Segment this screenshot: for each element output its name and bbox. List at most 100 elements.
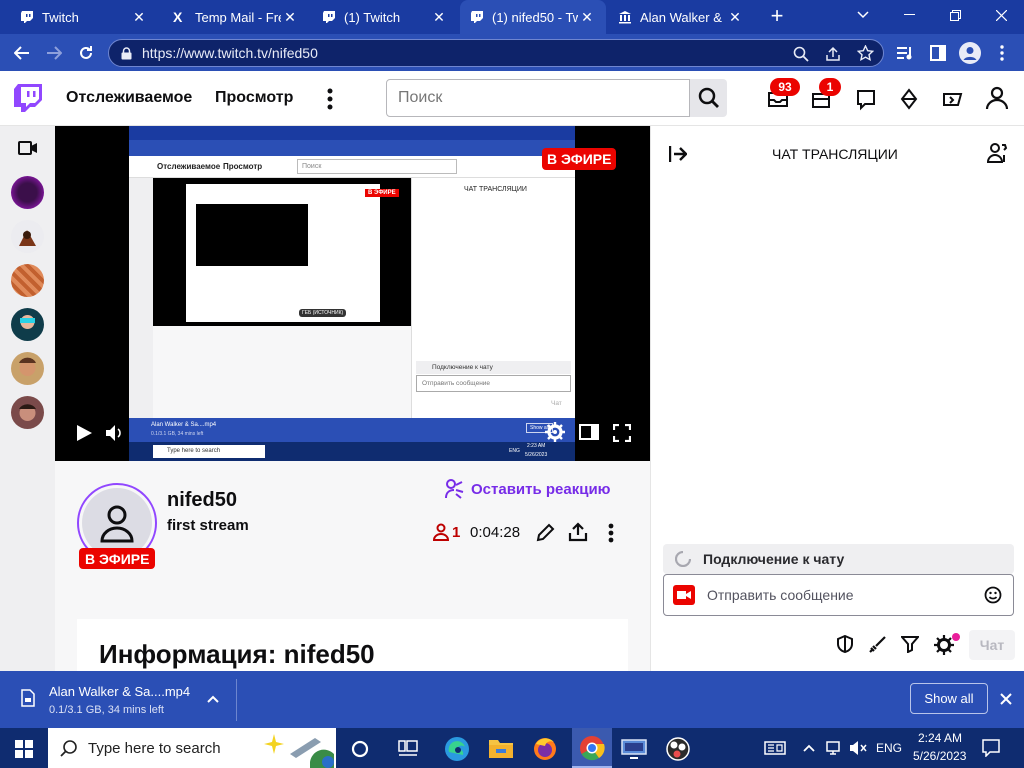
channel-name[interactable]: nifed50	[167, 489, 237, 512]
share-icon[interactable]	[825, 46, 841, 62]
channel-avatar[interactable]	[11, 176, 44, 209]
browser-tab-twitch-2[interactable]: (1) Twitch ✕	[312, 0, 458, 34]
camera-icon[interactable]	[673, 585, 695, 605]
channel-points-icon[interactable]	[901, 635, 919, 653]
browser-tab-twitch[interactable]: Twitch ✕	[10, 0, 158, 34]
react-button[interactable]: Оставить реакцию	[444, 479, 610, 499]
emote-picker-icon[interactable]	[984, 586, 1002, 604]
tab-search-icon[interactable]	[840, 0, 886, 30]
channel-avatar[interactable]	[11, 264, 44, 297]
browser-menu-icon[interactable]	[989, 40, 1015, 66]
clock-date[interactable]: 5/26/2023	[913, 749, 966, 763]
address-bar[interactable]: https://www.twitch.tv/nifed50	[108, 39, 884, 67]
media-control-icon[interactable]	[893, 40, 919, 66]
bookmark-star-icon[interactable]	[857, 45, 874, 62]
zoom-icon[interactable]	[793, 46, 809, 62]
obs-studio-icon[interactable]	[665, 736, 691, 762]
fullscreen-icon[interactable]	[613, 424, 631, 442]
channel-avatar[interactable]	[11, 308, 44, 341]
close-shelf-icon[interactable]	[1000, 693, 1012, 705]
user-menu-icon[interactable]	[984, 85, 1010, 111]
restore-button[interactable]	[932, 0, 978, 30]
chrome-taskbar-item[interactable]	[572, 728, 612, 768]
browser-tab-temp-mail[interactable]: X Temp Mail - Free ✕	[163, 0, 309, 34]
edit-pencil-icon[interactable]	[535, 523, 555, 543]
chevron-up-icon[interactable]	[207, 695, 219, 703]
inner-source-label: ГЕБ (ИСТОЧНИК)	[299, 309, 347, 317]
close-tab-icon[interactable]: ✕	[430, 8, 448, 26]
side-panel-icon[interactable]	[925, 40, 951, 66]
loading-spinner-icon	[675, 551, 691, 567]
community-users-icon[interactable]	[987, 142, 1009, 164]
download-filename[interactable]: Alan Walker & Sa....mp4	[49, 684, 190, 699]
video-camera-icon[interactable]	[18, 141, 38, 155]
x-icon: X	[173, 9, 183, 25]
moderation-shield-icon[interactable]	[837, 635, 853, 653]
network-icon[interactable]	[825, 740, 841, 756]
prime-crown-icon[interactable]	[897, 87, 921, 111]
inner-taskbar-time: 2:23 AM	[527, 443, 546, 449]
video-player[interactable]: Отслеживаемое Просмотр Поиск В ЭФИРЕ ГЕБ…	[55, 126, 650, 461]
share-icon[interactable]	[568, 522, 588, 542]
nav-browse-link[interactable]: Просмотр	[215, 89, 293, 107]
more-options-icon[interactable]	[608, 523, 614, 543]
chat-send-button[interactable]: Чат	[969, 630, 1015, 660]
nav-following-link[interactable]: Отслеживаемое	[66, 89, 192, 107]
lock-icon[interactable]	[121, 46, 132, 60]
task-view-icon[interactable]	[398, 740, 418, 757]
forward-arrow-icon[interactable]	[41, 40, 67, 66]
close-tab-icon[interactable]: ✕	[281, 8, 299, 26]
close-window-button[interactable]	[978, 0, 1024, 30]
firefox-icon[interactable]	[532, 736, 558, 762]
chat-settings-gear-icon[interactable]	[934, 635, 954, 655]
clock-time[interactable]: 2:24 AM	[918, 731, 962, 745]
browser-tab-alan-walker[interactable]: Alan Walker & Sa ✕	[608, 0, 754, 34]
speaker-muted-icon[interactable]	[849, 740, 867, 756]
tab-label: Twitch	[42, 9, 79, 25]
twitch-icon	[323, 11, 335, 23]
channel-avatar[interactable]	[11, 396, 44, 429]
minimize-button[interactable]	[886, 0, 932, 30]
channel-avatar[interactable]	[11, 352, 44, 385]
notifications-center-icon[interactable]	[982, 739, 1000, 757]
inner-download-sub: 0.1/3.1 GB, 34 mins left	[151, 431, 204, 437]
profile-avatar-icon[interactable]	[957, 40, 983, 66]
close-tab-icon[interactable]: ✕	[726, 8, 744, 26]
collapse-chat-icon[interactable]	[669, 146, 687, 162]
chat-message-input[interactable]: Отправить сообщение	[663, 574, 1014, 616]
chevron-up-icon[interactable]	[803, 744, 815, 752]
close-tab-icon[interactable]: ✕	[578, 8, 596, 26]
file-explorer-icon[interactable]	[488, 737, 514, 759]
cortana-icon[interactable]	[351, 740, 369, 758]
edge-browser-icon[interactable]	[444, 736, 470, 762]
browser-tab-nifed50[interactable]: (1) nifed50 - Twi ✕	[460, 0, 606, 34]
windows-start-icon[interactable]	[15, 740, 33, 758]
settings-gear-icon[interactable]	[545, 422, 565, 442]
show-all-downloads-button[interactable]: Show all	[910, 683, 988, 714]
close-tab-icon[interactable]: ✕	[130, 8, 148, 26]
channel-avatar[interactable]	[11, 220, 44, 253]
theatre-mode-icon[interactable]	[579, 424, 599, 440]
taskbar-search-box[interactable]: Type here to search	[48, 728, 336, 768]
twitch-logo-icon[interactable]	[14, 84, 42, 114]
bits-icon[interactable]	[941, 87, 965, 111]
play-icon[interactable]	[75, 424, 93, 442]
pc-display-icon[interactable]	[620, 736, 648, 762]
search-button[interactable]	[690, 79, 727, 117]
language-indicator[interactable]: ENG	[876, 741, 902, 755]
inner-inner-live-badge: В ЭФИРЕ	[365, 189, 399, 197]
inner-taskbar-date: 5/26/2023	[525, 452, 548, 458]
sword-icon[interactable]	[869, 635, 887, 653]
search-input[interactable]: Поиск	[386, 79, 690, 117]
search-icon	[60, 740, 77, 757]
live-badge: В ЭФИРЕ	[542, 148, 617, 170]
whispers-icon[interactable]	[854, 87, 878, 111]
back-arrow-icon[interactable]	[9, 40, 35, 66]
user-silhouette-icon	[100, 505, 134, 543]
new-tab-button[interactable]: +	[766, 5, 788, 28]
reload-icon[interactable]	[73, 40, 99, 66]
volume-icon[interactable]	[105, 424, 125, 442]
more-menu-icon[interactable]	[327, 88, 333, 110]
news-widget-icon[interactable]	[764, 741, 786, 755]
tab-label: (1) nifed50 - Twi	[492, 9, 578, 25]
